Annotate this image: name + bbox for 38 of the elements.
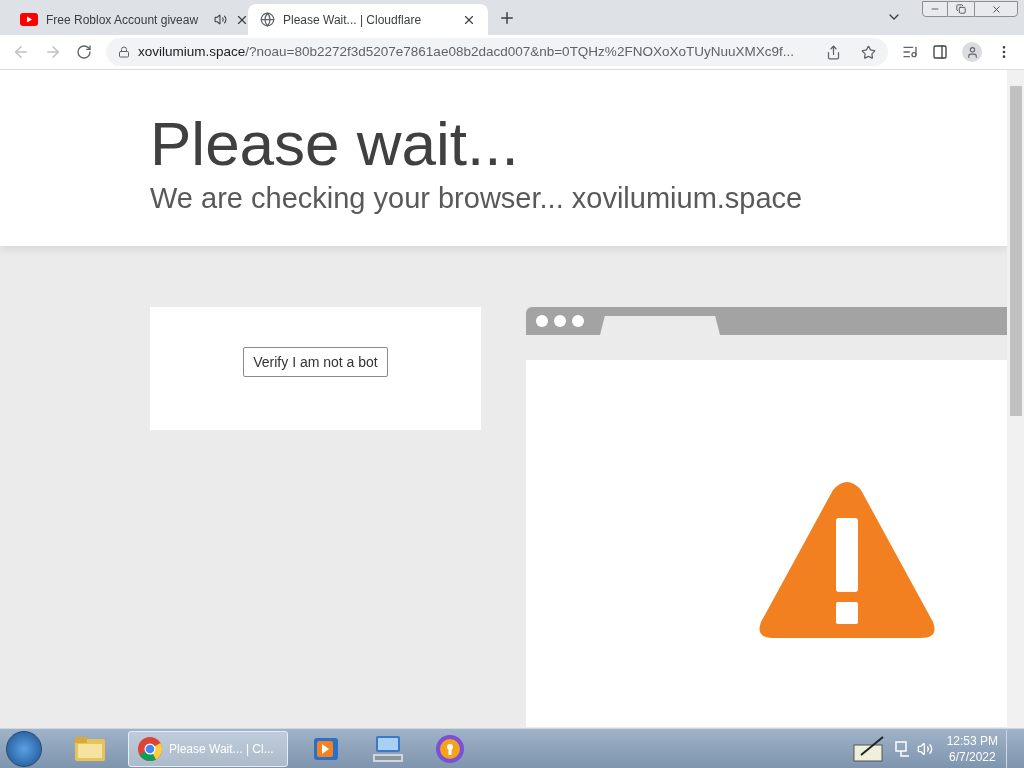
play-icon (313, 736, 339, 761)
close-icon (990, 3, 1002, 15)
bookmark-star-icon[interactable] (861, 44, 876, 60)
clock-date: 6/7/2022 (948, 748, 996, 765)
page-subheading: We are checking your browser... xovilumium.space (150, 181, 804, 216)
lock-icon (118, 46, 130, 58)
clock-time: 12:53 PM (946, 732, 998, 749)
profile-icon[interactable] (962, 42, 982, 62)
browser-logo-icon (137, 735, 163, 762)
window-dots-icon (536, 315, 584, 327)
keyboard-icon (372, 734, 404, 763)
folder-icon (74, 734, 106, 763)
verify-button[interactable]: Verify I am not a bot (243, 347, 388, 377)
address-bar[interactable]: xovilumium.space/?noau=80b2272f3d5207e7861ae08b2dacd007&nb=0TQHz%2FNOXoXoTUyNuuXMXc9f... (106, 38, 888, 66)
pen-tablet-icon[interactable] (852, 734, 885, 763)
restore-icon (956, 4, 966, 14)
close-window-button[interactable] (974, 1, 1018, 17)
video-logo-icon (20, 13, 38, 26)
tab-title: Free Roblox Account giveaw (46, 11, 199, 29)
network-icon[interactable] (894, 739, 911, 758)
minimize-button[interactable] (922, 1, 948, 17)
restore-button[interactable] (948, 1, 974, 17)
globe-icon (260, 12, 275, 27)
taskbar-label: Please Wait... | Cl... (169, 740, 274, 758)
media-control-icon[interactable] (902, 44, 918, 60)
browser-tab[interactable]: Please Wait... | Cloudflare (248, 4, 488, 35)
share-icon[interactable] (826, 44, 841, 60)
url-text: xovilumium.space/?noau=80b2272f3d5207e7861ae08b2dacd007&nb=0TQHz%2FNOXoXoTUyNuuXMXc9f... (138, 42, 795, 61)
tab-title: Please Wait... | Cloudflare (283, 11, 422, 29)
speaker-icon[interactable] (214, 13, 228, 26)
start-button[interactable] (6, 730, 42, 767)
scrollbar[interactable] (1007, 70, 1024, 728)
reload-icon[interactable] (76, 44, 92, 60)
page-heading: Please wait... (150, 108, 520, 180)
new-tab-icon[interactable] (498, 9, 516, 27)
side-panel-icon[interactable] (932, 44, 948, 60)
volume-icon[interactable] (916, 740, 933, 757)
browser-tab[interactable]: Free Roblox Account giveaw (8, 4, 248, 35)
